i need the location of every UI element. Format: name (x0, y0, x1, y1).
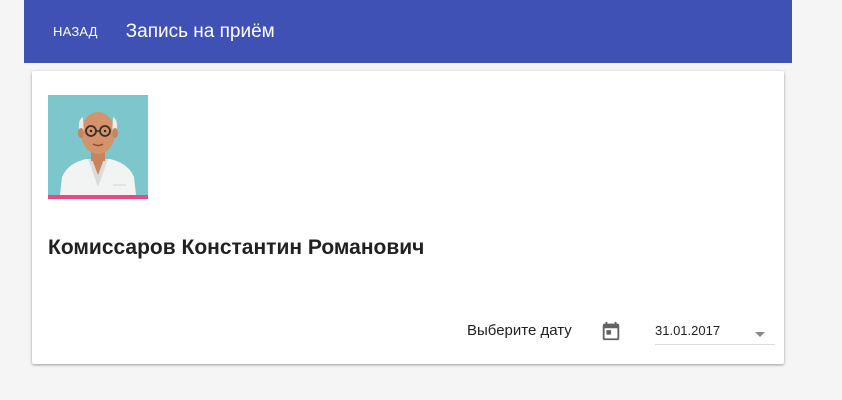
chevron-down-icon (755, 332, 765, 337)
app-toolbar: НАЗАД Запись на приём (24, 0, 792, 63)
date-select[interactable]: 31.01.2017 (655, 317, 775, 345)
doctor-avatar-icon (48, 95, 148, 199)
back-button[interactable]: НАЗАД (53, 18, 98, 45)
doctor-name: Комиссаров Константин Романович (48, 236, 425, 259)
doctor-card: Комиссаров Константин Романович Выберите… (32, 71, 784, 364)
calendar-icon[interactable] (600, 320, 622, 342)
page-background (792, 0, 842, 400)
date-picker-label: Выберите дату (467, 322, 572, 339)
date-value: 31.01.2017 (655, 323, 721, 338)
page-title: Запись на приём (125, 20, 275, 42)
